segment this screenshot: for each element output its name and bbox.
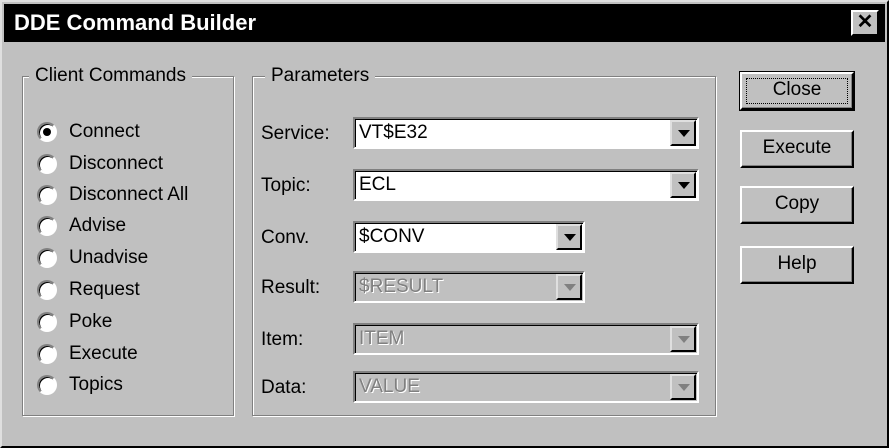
radio-disconnect-all[interactable]: Disconnect All	[37, 180, 188, 210]
radio-label: Unadvise	[69, 247, 149, 268]
topic-combobox[interactable]: ECL	[353, 169, 699, 201]
radio-label: Request	[69, 279, 140, 300]
radio-dot-icon[interactable]	[37, 280, 57, 300]
service-value: VT$E32	[359, 122, 428, 143]
service-label: Service:	[261, 123, 330, 144]
data-dropdown-button	[670, 374, 696, 400]
copy-button[interactable]: Copy	[740, 186, 854, 224]
radio-label: Poke	[69, 311, 113, 332]
radio-unadvise[interactable]: Unadvise	[37, 243, 148, 273]
radio-poke[interactable]: Poke	[37, 307, 112, 337]
close-window-icon[interactable]: ✕	[851, 10, 879, 36]
radio-dot-icon[interactable]	[37, 154, 57, 174]
data-label: Data:	[261, 377, 307, 398]
result-combobox: $RESULT	[353, 271, 585, 303]
data-value: VALUE	[359, 376, 420, 397]
radio-dot-icon[interactable]	[37, 344, 57, 364]
conv-combobox[interactable]: $CONV	[353, 221, 585, 253]
radio-label: Topics	[69, 374, 123, 395]
radio-label: Disconnect All	[69, 184, 189, 205]
client-commands-group: Client Commands Connect Disconnect Disco…	[22, 64, 234, 416]
conv-label: Conv.	[261, 227, 310, 248]
radio-label: Execute	[69, 343, 138, 364]
execute-button-label: Execute	[762, 137, 832, 158]
result-value: $RESULT	[359, 276, 444, 297]
parameters-legend: Parameters	[265, 64, 376, 88]
close-button[interactable]: Close	[739, 71, 855, 111]
radio-label: Advise	[69, 215, 127, 236]
title-bar[interactable]: DDE Command Builder ✕	[4, 4, 885, 42]
radio-dot-icon[interactable]	[37, 375, 57, 395]
chevron-down-icon	[678, 336, 690, 343]
chevron-down-icon	[564, 284, 576, 291]
item-combobox: ITEM	[353, 323, 699, 355]
radio-dot-icon[interactable]	[37, 122, 57, 142]
service-combobox[interactable]: VT$E32	[353, 117, 699, 149]
close-icon: ✕	[856, 11, 874, 33]
result-dropdown-button	[556, 274, 582, 300]
close-button-label: Close	[772, 79, 822, 100]
radio-label: Connect	[69, 121, 140, 142]
item-label: Item:	[261, 329, 304, 350]
client-commands-legend: Client Commands	[29, 64, 192, 88]
radio-dot-icon[interactable]	[37, 312, 57, 332]
radio-disconnect[interactable]: Disconnect	[37, 149, 163, 179]
help-button[interactable]: Help	[740, 246, 854, 284]
conv-dropdown-button[interactable]	[556, 224, 582, 250]
radio-dot-icon[interactable]	[37, 185, 57, 205]
copy-button-label: Copy	[774, 193, 820, 214]
execute-button[interactable]: Execute	[740, 130, 854, 168]
conv-value: $CONV	[359, 226, 425, 247]
chevron-down-icon	[678, 130, 690, 137]
window-title: DDE Command Builder	[14, 10, 257, 35]
topic-label: Topic:	[261, 175, 311, 196]
topic-dropdown-button[interactable]	[670, 172, 696, 198]
chevron-down-icon	[678, 182, 690, 189]
radio-request[interactable]: Request	[37, 275, 140, 305]
radio-dot-icon[interactable]	[37, 248, 57, 268]
service-dropdown-button[interactable]	[670, 120, 696, 146]
radio-dot-icon[interactable]	[37, 216, 57, 236]
radio-advise[interactable]: Advise	[37, 211, 126, 241]
radio-execute[interactable]: Execute	[37, 339, 138, 369]
parameters-group: Parameters Service: VT$E32 Topic: ECL Co…	[252, 64, 716, 416]
radio-label: Disconnect	[69, 153, 163, 174]
result-label: Result:	[261, 277, 321, 298]
radio-connect[interactable]: Connect	[37, 117, 140, 147]
data-combobox: VALUE	[353, 371, 699, 403]
item-dropdown-button	[670, 326, 696, 352]
help-button-label: Help	[777, 253, 817, 274]
chevron-down-icon	[678, 384, 690, 391]
topic-value: ECL	[359, 174, 396, 195]
dde-command-builder-dialog: DDE Command Builder ✕ Client Commands Co…	[0, 0, 889, 448]
chevron-down-icon	[564, 234, 576, 241]
item-value: ITEM	[359, 328, 405, 349]
radio-topics[interactable]: Topics	[37, 370, 123, 400]
